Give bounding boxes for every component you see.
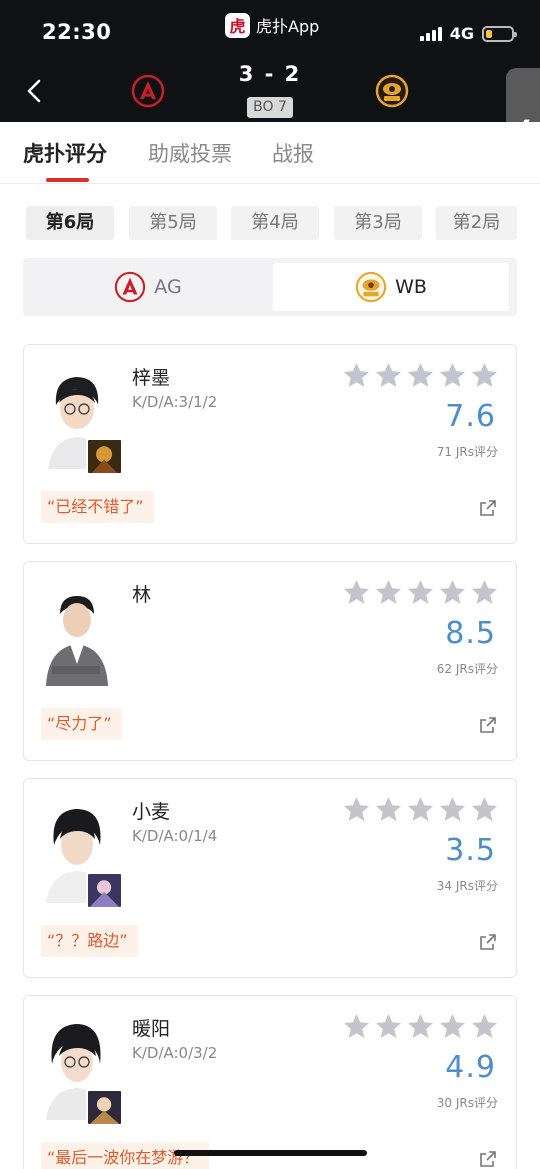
rating-stars[interactable] bbox=[342, 1012, 499, 1041]
hero-icon bbox=[86, 872, 123, 909]
signal-icon bbox=[419, 26, 442, 41]
status-indicators: 4G bbox=[419, 24, 517, 43]
player-rating: 4.9 bbox=[445, 1050, 496, 1085]
round-chip-6[interactable]: 第6局 bbox=[26, 206, 114, 240]
hero-icon bbox=[86, 438, 123, 475]
player-rating: 3.5 bbox=[445, 833, 496, 868]
player-rating: 7.6 bbox=[445, 399, 496, 434]
share-icon[interactable] bbox=[478, 715, 498, 735]
star-icon[interactable] bbox=[438, 1012, 467, 1041]
star-icon[interactable] bbox=[470, 578, 499, 607]
rating-stars[interactable] bbox=[342, 578, 499, 607]
star-icon[interactable] bbox=[374, 1012, 403, 1041]
share-icon[interactable] bbox=[478, 498, 498, 518]
ag-team-logo-icon bbox=[115, 271, 146, 303]
round-chip-3[interactable]: 第3局 bbox=[334, 206, 422, 240]
team-toggle: AG WB bbox=[23, 258, 517, 316]
active-tab-indicator bbox=[46, 178, 89, 182]
star-icon[interactable] bbox=[342, 795, 371, 824]
star-icon[interactable] bbox=[438, 361, 467, 390]
rating-count: 30 JRs评分 bbox=[436, 1096, 498, 1110]
top-comment-quote[interactable]: “已经不错了” bbox=[41, 491, 154, 523]
star-icon[interactable] bbox=[438, 795, 467, 824]
player-card[interactable]: 林 8.5 62 JRs评分 “尽力了” bbox=[23, 561, 517, 761]
player-avatar bbox=[42, 584, 110, 686]
wb-team-logo-icon bbox=[355, 271, 387, 303]
rating-stars[interactable] bbox=[342, 361, 499, 390]
star-icon[interactable] bbox=[470, 795, 499, 824]
star-icon[interactable] bbox=[438, 578, 467, 607]
rating-stars[interactable] bbox=[342, 795, 499, 824]
player-rating: 8.5 bbox=[445, 616, 496, 651]
star-icon[interactable] bbox=[470, 1012, 499, 1041]
battery-level-fill bbox=[486, 29, 492, 38]
team-toggle-ag-label: AG bbox=[154, 276, 182, 298]
match-format-badge: BO 7 bbox=[247, 97, 293, 118]
tab-cheer-vote[interactable]: 助威投票 bbox=[148, 138, 232, 168]
rating-count: 34 JRs评分 bbox=[436, 879, 498, 893]
main-tabs: 虎扑评分 助威投票 战报 bbox=[0, 122, 540, 184]
share-icon[interactable] bbox=[478, 932, 498, 952]
rating-content: 第6局 第5局 第4局 第3局 第2局 AG WB 梓墨 K/D/A:3/1/2… bbox=[0, 184, 540, 1169]
hero-icon bbox=[86, 1089, 123, 1126]
ag-team-logo-icon bbox=[131, 74, 165, 108]
round-chip-2[interactable]: 第2局 bbox=[436, 206, 517, 240]
player-card[interactable]: 梓墨 K/D/A:3/1/2 7.6 71 JRs评分 “已经不错了” bbox=[23, 344, 517, 544]
star-icon[interactable] bbox=[374, 578, 403, 607]
player-name: 梓墨 bbox=[132, 367, 171, 389]
status-app-name: 虎扑App bbox=[256, 17, 320, 36]
battery-icon bbox=[482, 25, 517, 42]
team-toggle-wb[interactable]: WB bbox=[273, 263, 509, 311]
round-chip-5[interactable]: 第5局 bbox=[129, 206, 217, 240]
network-type: 4G bbox=[449, 24, 474, 43]
back-arrow-icon[interactable] bbox=[24, 78, 44, 104]
player-card[interactable]: 暖阳 K/D/A:0/3/2 4.9 30 JRs评分 “最后一波你在梦游？ bbox=[23, 995, 517, 1169]
round-chip-4[interactable]: 第4局 bbox=[231, 206, 319, 240]
top-comment-quote[interactable]: “？？路边” bbox=[41, 925, 138, 957]
match-score: 3 - 2 bbox=[238, 62, 302, 86]
player-name: 小麦 bbox=[132, 801, 171, 823]
star-icon[interactable] bbox=[406, 361, 435, 390]
team-toggle-ag[interactable]: AG bbox=[28, 263, 268, 311]
star-icon[interactable] bbox=[406, 578, 435, 607]
player-card[interactable]: 小麦 K/D/A:0/1/4 3.5 34 JRs评分 “？？路边” bbox=[23, 778, 517, 978]
status-time: 22:30 bbox=[42, 20, 112, 44]
top-comment-quote[interactable]: “尽力了” bbox=[41, 708, 122, 740]
tab-hupu-rating[interactable]: 虎扑评分 bbox=[23, 138, 107, 168]
status-app-indicator[interactable]: 虎 虎扑App bbox=[225, 12, 319, 38]
star-icon[interactable] bbox=[374, 795, 403, 824]
star-icon[interactable] bbox=[470, 361, 499, 390]
player-kda: K/D/A:3/1/2 bbox=[132, 393, 218, 411]
tab-match-report[interactable]: 战报 bbox=[272, 138, 314, 168]
rating-count: 62 JRs评分 bbox=[436, 662, 498, 676]
player-kda: K/D/A:0/1/4 bbox=[132, 827, 218, 845]
star-icon[interactable] bbox=[406, 795, 435, 824]
match-header: 22:30 虎 虎扑App 4G 3 - 2 BO 7 bbox=[0, 0, 540, 122]
star-icon[interactable] bbox=[374, 361, 403, 390]
app-logo-icon: 虎 bbox=[225, 12, 250, 38]
rating-count: 71 JRs评分 bbox=[436, 445, 498, 459]
star-icon[interactable] bbox=[342, 361, 371, 390]
star-icon[interactable] bbox=[342, 1012, 371, 1041]
player-name: 暖阳 bbox=[132, 1018, 171, 1040]
star-icon[interactable] bbox=[342, 578, 371, 607]
home-indicator bbox=[174, 1150, 367, 1156]
share-icon[interactable] bbox=[478, 1149, 498, 1169]
player-name: 林 bbox=[132, 584, 152, 606]
wb-team-logo-icon bbox=[375, 74, 409, 108]
team-toggle-wb-label: WB bbox=[395, 276, 427, 298]
star-icon[interactable] bbox=[406, 1012, 435, 1041]
player-kda: K/D/A:0/3/2 bbox=[132, 1044, 218, 1062]
